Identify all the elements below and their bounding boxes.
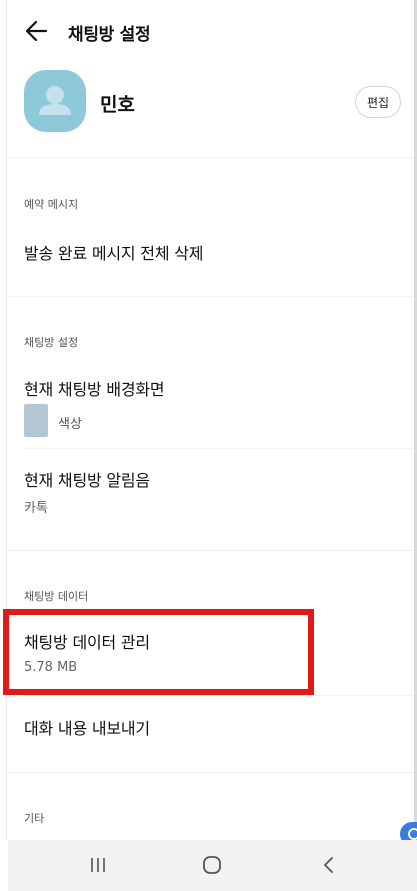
section-label-reserved: 예약 메시지 [24,198,79,211]
section-label-chat-data: 채팅방 데이터 [24,590,89,603]
profile-name: 민호 [100,94,135,116]
avatar[interactable] [24,70,86,132]
divider [6,157,414,158]
person-icon [39,86,71,115]
arrow-left-icon[interactable] [24,18,50,44]
notification-sound-value: 카톡 [24,501,48,516]
profile-section: 민호 편집 [0,62,417,154]
edit-button[interactable]: 편집 [355,86,401,118]
divider [6,550,414,551]
divider [24,448,414,449]
export-chat-item[interactable]: 대화 내용 내보내기 [24,715,150,739]
section-label-etc: 기타 [24,812,45,825]
app-header: 채팅방 설정 [0,0,417,62]
notification-sound-item[interactable]: 현재 채팅방 알림음 [24,467,150,491]
recent-apps-icon[interactable] [78,850,118,880]
wallpaper-value: 색상 [58,417,82,432]
section-label-chat-settings: 채팅방 설정 [24,336,79,349]
delete-sent-messages-item[interactable]: 발송 완료 메시지 전체 삭제 [24,240,203,264]
divider [24,695,414,696]
data-management-item[interactable]: 채팅방 데이터 관리 [24,629,150,653]
wallpaper-color-swatch [24,404,48,437]
home-icon[interactable] [192,850,232,880]
system-nav-bar [8,840,417,891]
back-icon[interactable] [309,850,349,880]
page-title: 채팅방 설정 [68,25,151,45]
divider [6,296,414,297]
divider [6,772,414,773]
data-size: 5.78 MB [24,660,78,675]
wallpaper-item[interactable]: 현재 채팅방 배경화면 [24,376,165,400]
